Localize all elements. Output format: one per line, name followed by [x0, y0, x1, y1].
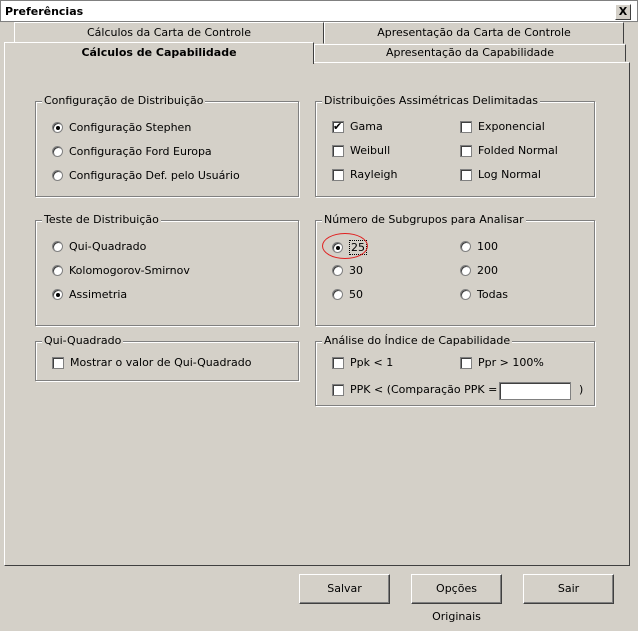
checkbox-box	[332, 144, 344, 157]
title-bar: Preferências X	[0, 0, 638, 22]
checkbox-box	[460, 144, 472, 157]
radio-circle	[52, 265, 63, 276]
radio-qui-quadrado[interactable]: Qui-Quadrado	[52, 240, 146, 253]
option-label: Assimetria	[69, 288, 128, 301]
tab-label: Apresentação da Carta de Controle	[377, 26, 571, 39]
distribution-config-group: Configuração de Distribuição Configuraçã…	[35, 94, 299, 197]
checkbox-rayleigh[interactable]: Rayleigh	[332, 168, 398, 181]
checkbox-box	[460, 120, 472, 133]
radio-subgroups-50[interactable]: 50	[332, 288, 363, 301]
radio-subgroups-200[interactable]: 200	[460, 264, 498, 277]
group-title: Distribuições Assimétricas Delimitadas	[322, 94, 540, 107]
option-label: Ppk < 1	[350, 356, 394, 369]
checkbox-log-normal[interactable]: Log Normal	[460, 168, 541, 181]
checkbox-box	[332, 168, 344, 181]
option-label: 50	[349, 288, 363, 301]
radio-circle	[332, 265, 343, 276]
radio-circle	[52, 241, 63, 252]
option-label: Qui-Quadrado	[69, 240, 147, 253]
radio-ford-europa[interactable]: Configuração Ford Europa	[52, 145, 212, 158]
exit-button[interactable]: Sair	[523, 574, 614, 604]
group-title: Qui-Quadrado	[42, 334, 124, 347]
option-label: PPK < (Comparação PPK =	[350, 383, 498, 396]
restore-defaults-button[interactable]: Opções Originais	[411, 574, 502, 623]
tab-capability-calculations[interactable]: Cálculos de Capabilidade	[4, 42, 314, 64]
group-title: Número de Subgrupos para Analisar	[322, 213, 526, 226]
checkbox-box	[332, 120, 344, 133]
option-label: Ppr > 100%	[478, 356, 544, 369]
tab-control-chart-calculations[interactable]: Cálculos da Carta de Controle	[14, 22, 324, 44]
distribution-test-group: Teste de Distribuição Qui-Quadrado Kolom…	[35, 213, 299, 326]
option-label: Exponencial	[478, 120, 545, 133]
checkbox-box	[52, 356, 64, 369]
window-title: Preferências	[5, 5, 84, 18]
radio-circle	[52, 170, 63, 181]
tab-label: Cálculos de Capabilidade	[81, 46, 237, 59]
tab-capability-presentation[interactable]: Apresentação da Capabilidade	[314, 44, 626, 62]
radio-subgroups-todas[interactable]: Todas	[460, 288, 508, 301]
checkbox-ppr-gt-100[interactable]: Ppr > 100%	[460, 356, 544, 369]
chi-square-group: Qui-Quadrado Mostrar o valor de Qui-Quad…	[35, 334, 299, 381]
group-title: Configuração de Distribuição	[42, 94, 206, 107]
tab-control-chart-presentation[interactable]: Apresentação da Carta de Controle	[324, 22, 624, 44]
radio-user-defined[interactable]: Configuração Def. pelo Usuário	[52, 169, 240, 182]
checkbox-weibull[interactable]: Weibull	[332, 144, 390, 157]
option-label: 100	[477, 240, 498, 253]
option-label: Kolomogorov-Smirnov	[69, 264, 190, 277]
radio-subgroups-100[interactable]: 100	[460, 240, 498, 253]
tab-label: Apresentação da Capabilidade	[385, 46, 555, 59]
ppk-compare-input[interactable]	[499, 382, 571, 400]
save-button[interactable]: Salvar	[299, 574, 390, 604]
radio-circle	[460, 289, 471, 300]
checkbox-box	[332, 356, 344, 369]
group-title: Teste de Distribuição	[42, 213, 161, 226]
close-button[interactable]: X	[615, 4, 631, 20]
option-label: Mostrar o valor de Qui-Quadrado	[70, 356, 252, 369]
checkbox-exponencial[interactable]: Exponencial	[460, 120, 545, 133]
option-label: Rayleigh	[350, 168, 398, 181]
radio-circle	[52, 122, 63, 133]
checkbox-show-chi-square[interactable]: Mostrar o valor de Qui-Quadrado	[52, 356, 251, 369]
option-label: Configuração Def. pelo Usuário	[69, 169, 240, 182]
tab-label: Cálculos da Carta de Controle	[86, 26, 251, 39]
option-label: Weibull	[350, 144, 391, 157]
option-label: 200	[477, 264, 498, 277]
checkbox-folded-normal[interactable]: Folded Normal	[460, 144, 558, 157]
checkbox-box	[332, 383, 344, 396]
radio-circle	[52, 289, 63, 300]
group-title: Análise do Índice de Capabilidade	[322, 334, 513, 347]
option-label: Configuração Ford Europa	[69, 145, 212, 158]
radio-circle	[52, 146, 63, 157]
checkbox-ppk-compare[interactable]: PPK < (Comparação PPK =	[332, 383, 497, 396]
checkbox-gama[interactable]: Gama	[332, 120, 383, 133]
option-label: Log Normal	[478, 168, 541, 181]
asymmetric-distributions-group: Distribuições Assimétricas Delimitadas G…	[315, 94, 595, 197]
option-label: Gama	[350, 120, 383, 133]
option-label: Configuração Stephen	[69, 121, 192, 134]
radio-circle	[460, 241, 471, 252]
radio-circle	[332, 289, 343, 300]
option-label: Todas	[477, 288, 509, 301]
option-label: Folded Normal	[478, 144, 558, 157]
radio-subgroups-30[interactable]: 30	[332, 264, 363, 277]
radio-circle	[460, 265, 471, 276]
checkbox-box	[460, 356, 472, 369]
highlight-circle-annotation	[322, 233, 368, 259]
ppk-compare-close-paren: )	[579, 383, 584, 396]
radio-kolomogorov-smirnov[interactable]: Kolomogorov-Smirnov	[52, 264, 190, 277]
radio-stephen[interactable]: Configuração Stephen	[52, 121, 191, 134]
option-label: 30	[349, 264, 363, 277]
checkbox-box	[460, 168, 472, 181]
checkbox-ppk-lt-1[interactable]: Ppk < 1	[332, 356, 393, 369]
radio-assimetria[interactable]: Assimetria	[52, 288, 127, 301]
